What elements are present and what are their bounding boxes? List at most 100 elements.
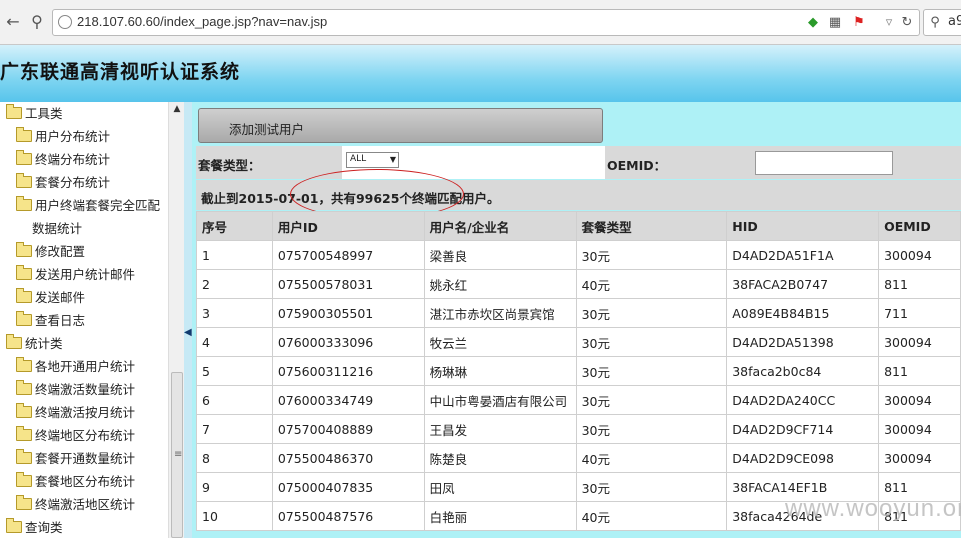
sidebar-item-label: 套餐开通数量统计 <box>35 451 136 466</box>
folder-icon <box>16 127 32 142</box>
sidebar-item[interactable]: 发送用户统计邮件 <box>16 265 135 285</box>
oemid-input[interactable] <box>755 151 893 175</box>
sidebar-item[interactable]: 终端激活地区统计 <box>16 495 135 515</box>
column-header[interactable]: 序号 <box>196 211 273 241</box>
sidebar-item-label: 各地开通用户统计 <box>35 359 136 374</box>
folder-icon <box>16 265 32 280</box>
sidebar-item[interactable]: 终端分布统计 <box>16 150 110 170</box>
table-cell: 30元 <box>575 414 728 444</box>
package-type-select[interactable]: ALL ▼ <box>346 152 399 168</box>
folder-icon <box>16 311 32 326</box>
column-header[interactable]: 套餐类型 <box>575 211 728 241</box>
back-icon[interactable]: ← <box>0 6 26 36</box>
collapse-left-icon[interactable]: ◀ <box>184 327 192 338</box>
package-type-label: 套餐类型： <box>198 158 261 173</box>
table-cell: 田凤 <box>423 472 577 502</box>
folder-icon <box>16 472 32 487</box>
sidebar-item[interactable]: 数据统计 <box>32 219 82 239</box>
user-table: 序号 用户ID 用户名/企业名 套餐类型 HID OEMID 1 075700548997 梁… <box>196 211 961 531</box>
add-test-user-label: 添加测试用户 <box>229 122 305 137</box>
table-row[interactable]: 4 076000333096 牧云兰 30元 D4AD2DA51398 300094 <box>196 327 961 357</box>
globe-icon <box>58 15 72 29</box>
url-text: 218.107.60.60/index_page.jsp?nav=nav.jsp <box>77 14 328 29</box>
table-row[interactable]: 1 075700548997 梁善良 30元 D4AD2DA51F1A 300094 <box>196 240 961 270</box>
key-icon[interactable]: ⚲ <box>24 6 50 36</box>
address-bar[interactable]: 218.107.60.60/index_page.jsp?nav=nav.jsp… <box>52 9 920 36</box>
table-cell: 8 <box>196 443 273 473</box>
reload-icon[interactable]: ↻ <box>899 15 915 31</box>
sidebar-item[interactable]: 工具类 <box>6 104 63 124</box>
sidebar-tree: 工具类用户分布统计终端分布统计 套餐分布统计用户终端套餐完全匹配数据统计修改配置发… <box>0 102 168 538</box>
table-cell: 杨琳琳 <box>423 356 577 386</box>
folder-icon <box>16 357 32 372</box>
table-row[interactable]: 7 075700408889 王昌发 30元 D4AD2D9CF714 300094 <box>196 414 961 444</box>
table-row[interactable]: 8 075500486370 陈楚良 40元 D4AD2D9CE098 300094 <box>196 443 961 473</box>
sidebar-item[interactable]: 查看日志 <box>16 311 85 331</box>
sidebar-collapse-bar[interactable]: ◀ <box>184 102 192 538</box>
folder-icon <box>16 403 32 418</box>
sidebar-item[interactable]: 套餐开通数量统计 <box>16 449 135 469</box>
column-header[interactable]: 用户ID <box>271 211 425 241</box>
table-cell: D4AD2D9CE098 <box>726 443 880 473</box>
table-row[interactable]: 5 075600311216 杨琳琳 30元 38faca2b0c84 811 <box>196 356 961 386</box>
sidebar-item-label: 发送邮件 <box>35 290 86 305</box>
folder-icon <box>16 426 32 441</box>
shield-icon[interactable]: ◆ <box>805 15 821 31</box>
add-test-user-button[interactable]: 添加测试用户 <box>198 108 603 143</box>
sidebar-item[interactable]: 查询类 <box>6 518 63 538</box>
sidebar-item[interactable]: 用户终端套餐完全匹配 <box>16 196 160 216</box>
table-cell: 38FACA2B0747 <box>726 269 880 299</box>
watermark: www.wooyun.org <box>785 495 961 522</box>
table-cell: 5 <box>196 356 273 386</box>
sidebar-item[interactable]: 终端激活按月统计 <box>16 403 135 423</box>
sidebar-item-label: 终端分布统计 <box>35 152 111 167</box>
table-cell: 30元 <box>575 240 728 270</box>
table-cell: 1 <box>196 240 273 270</box>
sidebar-item[interactable]: 各地开通用户统计 <box>16 357 135 377</box>
table-cell: 075700408889 <box>271 414 425 444</box>
table-row[interactable]: 2 075500578031 姚永红 40元 38FACA2B0747 811 <box>196 269 961 299</box>
column-header[interactable]: OEMID <box>878 211 961 241</box>
sidebar-item[interactable]: 套餐地区分布统计 <box>16 472 135 492</box>
flag-icon[interactable]: ⚑ <box>851 15 867 31</box>
folder-icon <box>6 518 22 533</box>
sidebar-item-label: 终端激活数量统计 <box>35 382 136 397</box>
scroll-thumb[interactable]: ≡ <box>171 372 183 538</box>
sidebar-item[interactable]: 统计类 <box>6 334 63 354</box>
sidebar-item-label: 查询类 <box>25 520 63 535</box>
scroll-up-icon[interactable]: ▲ <box>169 104 185 118</box>
qr-code-icon[interactable]: ▦ <box>827 15 843 31</box>
table-cell: A089E4B84B15 <box>726 298 880 328</box>
table-cell: 梁善良 <box>423 240 577 270</box>
sidebar-item-label: 工具类 <box>25 106 63 121</box>
folder-icon <box>16 288 32 303</box>
search-box[interactable]: ⚲ a9 <box>923 9 961 36</box>
oemid-label-cell: OEMID： <box>605 146 751 179</box>
sidebar-item[interactable]: 套餐分布统计 <box>16 173 110 193</box>
table-header-row: 序号 用户ID 用户名/企业名 套餐类型 HID OEMID <box>196 211 961 241</box>
table-cell: 30元 <box>575 327 728 357</box>
table-cell: 38faca2b0c84 <box>726 356 880 386</box>
sidebar-item[interactable]: 终端地区分布统计 <box>16 426 135 446</box>
table-cell: 30元 <box>575 298 728 328</box>
table-cell: 075000407835 <box>271 472 425 502</box>
grip-icon: ≡ <box>174 449 183 460</box>
folder-icon <box>16 196 32 211</box>
sidebar-item[interactable]: 用户分布统计 <box>16 127 110 147</box>
table-cell: 陈楚良 <box>423 443 577 473</box>
table-cell: 075500486370 <box>271 443 425 473</box>
sidebar-item-label: 套餐分布统计 <box>35 175 111 190</box>
column-header[interactable]: HID <box>726 211 880 241</box>
sidebar-scrollbar[interactable]: ▲ ≡ <box>168 102 185 538</box>
column-header[interactable]: 用户名/企业名 <box>423 211 577 241</box>
table-cell: 075700548997 <box>271 240 425 270</box>
table-cell: 姚永红 <box>423 269 577 299</box>
dropdown-icon[interactable]: ▿ <box>881 15 897 31</box>
sidebar-item[interactable]: 终端激活数量统计 <box>16 380 135 400</box>
sidebar-item[interactable]: 发送邮件 <box>16 288 85 308</box>
table-cell: 王昌发 <box>423 414 577 444</box>
table-cell: 711 <box>878 298 961 328</box>
sidebar-item[interactable]: 修改配置 <box>16 242 85 262</box>
table-row[interactable]: 6 076000334749 中山市粤晏酒店有限公司 30元 D4AD2DA240CC 3… <box>196 385 961 415</box>
table-row[interactable]: 3 075900305501 湛江市赤坎区尚景宾馆 30元 A089E4B84B15 71… <box>196 298 961 328</box>
